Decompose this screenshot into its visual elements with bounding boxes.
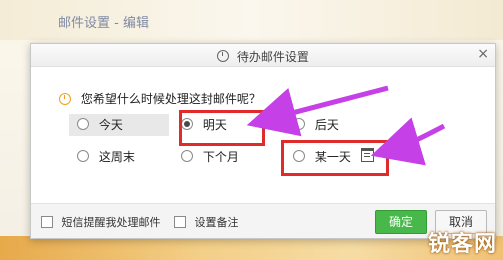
- option-weekend[interactable]: 这周末: [77, 146, 135, 168]
- radio-weekend[interactable]: [77, 150, 89, 162]
- radio-next-month[interactable]: [181, 150, 193, 162]
- option-day-after-tomorrow[interactable]: 后天: [293, 114, 339, 136]
- dialog-title-wrap: 待办邮件设置: [31, 48, 495, 65]
- sms-reminder-checkbox[interactable]: 短信提醒我处理邮件: [41, 214, 161, 230]
- note-checkbox-box[interactable]: [174, 216, 186, 228]
- option-next-month-label: 下个月: [202, 150, 239, 164]
- clock-icon: [59, 93, 71, 105]
- option-today-label: 今天: [98, 118, 123, 132]
- dialog-title: 待办邮件设置: [236, 50, 309, 64]
- radio-day-after-tomorrow[interactable]: [293, 118, 305, 130]
- todo-mail-settings-dialog: 待办邮件设置 × 您希望什么时候处理这封邮件呢？ 今天 明天 后天 这周末 下个…: [30, 43, 496, 239]
- sms-checkbox-box[interactable]: [41, 216, 53, 228]
- set-note-label: 设置备注: [194, 216, 239, 229]
- watermark-logo: 锐客网: [427, 232, 497, 257]
- sms-reminder-label: 短信提醒我处理邮件: [61, 216, 161, 229]
- set-note-checkbox[interactable]: 设置备注: [174, 214, 239, 230]
- question-label: 您希望什么时候处理这封邮件呢？: [80, 92, 261, 106]
- clock-icon: [217, 50, 230, 62]
- ok-button[interactable]: 确定: [375, 210, 427, 234]
- question-text: 您希望什么时候处理这封邮件呢？: [59, 90, 261, 107]
- radio-today[interactable]: [77, 118, 89, 130]
- highlight-box-some-day: [281, 140, 389, 176]
- option-next-month[interactable]: 下个月: [181, 146, 239, 168]
- option-today[interactable]: 今天: [69, 114, 169, 136]
- dialog-titlebar: 待办邮件设置 ×: [31, 44, 495, 67]
- highlight-box-tomorrow: [179, 110, 265, 146]
- option-day-after-label: 后天: [314, 118, 339, 132]
- option-weekend-label: 这周末: [98, 150, 135, 164]
- dialog-footer: 短信提醒我处理邮件 设置备注 确定 取消: [31, 203, 495, 238]
- close-button[interactable]: ×: [477, 46, 489, 62]
- background-title: 邮件设置 - 编辑: [58, 16, 149, 31]
